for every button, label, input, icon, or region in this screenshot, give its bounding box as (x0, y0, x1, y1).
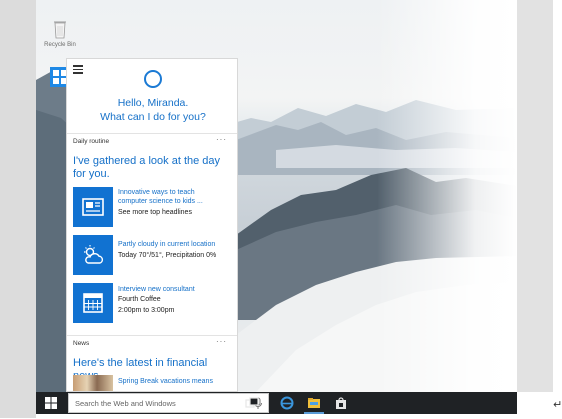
return-mark: ↵ (553, 398, 562, 411)
card-calendar-title: Interview new consultant (118, 286, 195, 293)
cortana-panel: Hello, Miranda. What can I do for you? D… (66, 58, 238, 392)
store-icon[interactable] (334, 396, 348, 410)
frame-right (517, 0, 553, 392)
start-button[interactable] (36, 392, 66, 414)
section-label-daily: Daily routine (73, 138, 110, 145)
active-app-indicator (304, 412, 324, 414)
recycle-bin-label: Recycle Bin (44, 42, 76, 48)
news-item-title[interactable]: Spring Break vacations means (118, 378, 213, 385)
search-input[interactable]: Search the Web and Windows (68, 393, 269, 413)
taskbar: Search the Web and Windows (36, 392, 517, 414)
windows-start-icon (45, 397, 57, 409)
search-placeholder: Search the Web and Windows (75, 399, 176, 408)
news-icon (73, 187, 113, 227)
section-label-news: News (73, 340, 90, 347)
card-headlines[interactable]: Innovative ways to teach computer scienc… (73, 187, 233, 227)
task-view-icon[interactable] (245, 396, 259, 410)
calendar-icon (73, 283, 113, 323)
wallpaper-fade (377, 0, 517, 392)
news-more-button[interactable]: ··· (216, 337, 227, 346)
news-thumbnail (73, 375, 113, 391)
recycle-bin-icon (49, 18, 71, 40)
weather-icon (73, 235, 113, 275)
greeting-line-2: What can I do for you? (100, 111, 206, 123)
daily-headline[interactable]: I've gathered a look at the day for you. (73, 155, 233, 181)
frame-left (0, 0, 36, 418)
card-calendar-location: Fourth Coffee (118, 296, 161, 303)
divider (67, 335, 237, 336)
card-headlines-title: Innovative ways to teach (118, 189, 195, 196)
desktop-item-recycle-bin[interactable]: Recycle Bin (40, 18, 80, 48)
hamburger-menu-icon[interactable] (73, 65, 83, 76)
cortana-ring-icon (144, 70, 162, 88)
card-weather-title: Partly cloudy in current location (118, 241, 216, 248)
card-calendar[interactable]: Interview new consultant Fourth Coffee 2… (73, 283, 233, 323)
edge-browser-icon[interactable] (280, 396, 294, 410)
greeting-line-1: Hello, Miranda. (117, 97, 189, 109)
card-calendar-time: 2:00pm to 3:00pm (118, 307, 175, 314)
card-headlines-title-cont: computer science to kids ... (118, 198, 203, 205)
card-weather[interactable]: Partly cloudy in current location Today … (73, 235, 233, 275)
card-weather-detail: Today 70°/51°, Precipitation 0% (118, 252, 217, 259)
card-headlines-more[interactable]: See more top headlines (118, 208, 233, 217)
daily-more-button[interactable]: ··· (216, 135, 227, 144)
file-explorer-icon[interactable] (307, 396, 321, 410)
divider (67, 133, 237, 134)
